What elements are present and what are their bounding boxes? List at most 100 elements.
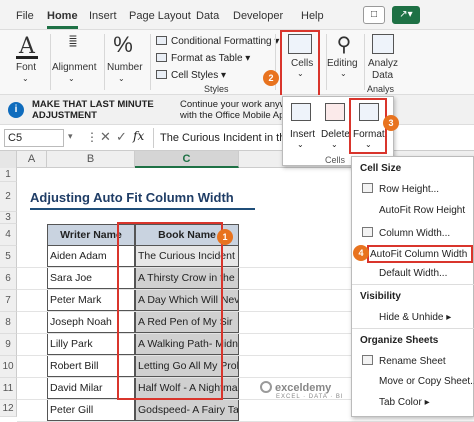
column-header-c[interactable]: C <box>135 151 239 168</box>
cell-writer[interactable]: Peter Gill <box>47 400 135 421</box>
default-width-item[interactable]: Default Width... <box>379 268 447 279</box>
row-header-10[interactable]: 10 <box>0 356 17 378</box>
row-header-9[interactable]: 9 <box>0 334 17 356</box>
alignment-icon[interactable]: ≡ ≡ <box>58 31 88 50</box>
tab-color-item[interactable]: Tab Color ▸ <box>379 397 430 408</box>
row-header-3[interactable]: 3 <box>0 212 17 224</box>
step-badge-3: 3 <box>383 115 399 131</box>
font-label: Font <box>16 62 37 73</box>
tab-developer[interactable]: Developer <box>233 10 283 22</box>
cells-group-label: Cells <box>325 155 346 165</box>
row-height-item[interactable]: Row Height... <box>362 183 439 195</box>
formula-input[interactable]: The Curious Incident in the <box>160 132 291 144</box>
tab-help[interactable]: Help <box>301 10 324 22</box>
delete-cells-icon <box>325 103 345 121</box>
move-copy-sheet-item[interactable]: Move or Copy Sheet... <box>379 376 474 387</box>
editing-label: Editing <box>327 58 358 69</box>
notice-heading-line1: MAKE THAT LAST MINUTE <box>32 99 154 110</box>
function-icon[interactable]: fx <box>133 129 144 143</box>
tab-file[interactable]: File <box>16 10 34 22</box>
cell-styles-button[interactable]: Cell Styles ▾ <box>156 70 226 81</box>
analyze-data-icon[interactable] <box>372 34 394 54</box>
column-width-item[interactable]: Column Width... <box>362 227 450 239</box>
notice-bar: i MAKE THAT LAST MINUTE ADJUSTMENT Conti… <box>0 95 474 125</box>
cell-size-heading: Cell Size <box>360 163 402 174</box>
cell-styles-icon <box>156 70 167 79</box>
cell-book[interactable]: Godspeed- A Fairy Tale <box>135 400 239 421</box>
info-icon: i <box>8 102 24 118</box>
chevron-down-icon[interactable]: ⌄ <box>331 140 338 149</box>
format-menu: Cell Size Row Height... AutoFit Row Heig… <box>351 156 474 417</box>
step-badge-2: 2 <box>263 70 279 86</box>
notice-text-line2: with the Office Mobile App <box>180 110 290 121</box>
conditional-formatting-button[interactable]: Conditional Formatting ▾ <box>156 36 279 47</box>
row-height-icon <box>362 183 373 193</box>
organize-sheets-heading: Organize Sheets <box>360 335 439 346</box>
analysis-group-label: Analys <box>367 84 395 94</box>
format-button-highlight <box>349 98 387 154</box>
notice-text-line1: Continue your work anywh <box>180 99 292 110</box>
row-header-1[interactable]: 1 <box>0 168 17 182</box>
tab-page-layout[interactable]: Page Layout <box>129 10 191 22</box>
select-all-corner[interactable] <box>0 151 17 168</box>
tab-home[interactable]: Home <box>47 10 78 29</box>
name-box-dropdown-icon[interactable]: ▾ <box>68 131 73 142</box>
cancel-icon[interactable]: ✕ <box>100 129 111 145</box>
table-icon <box>156 53 167 62</box>
chevron-down-icon[interactable]: ⌄ <box>118 74 125 83</box>
enter-icon[interactable]: ✓ <box>116 129 127 145</box>
title-underline <box>30 208 255 210</box>
row-header-7[interactable]: 7 <box>0 290 17 312</box>
row-header-8[interactable]: 8 <box>0 312 17 334</box>
watermark: exceldemy EXCEL · DATA · BI <box>260 381 344 400</box>
format-as-table-button[interactable]: Format as Table ▾ <box>156 53 250 64</box>
step-badge-1: 1 <box>217 229 233 245</box>
comments-icon[interactable]: □ <box>363 6 385 24</box>
chevron-down-icon[interactable]: ⌄ <box>297 140 304 149</box>
insert-cells-icon <box>291 103 311 121</box>
row-header-12[interactable]: 12 <box>0 400 17 417</box>
column-header-a[interactable]: A <box>17 151 47 168</box>
row-header-11[interactable]: 11 <box>0 378 17 400</box>
watermark-logo-icon <box>260 381 272 393</box>
ribbon-tab-bar: File Home Insert Page Layout Data Develo… <box>0 0 474 30</box>
conditional-formatting-icon <box>156 36 167 45</box>
search-icon[interactable]: ⚲ <box>332 32 356 57</box>
tab-data[interactable]: Data <box>196 10 219 22</box>
chevron-down-icon[interactable]: ⌄ <box>22 74 29 83</box>
visibility-heading: Visibility <box>360 291 401 302</box>
row-header-6[interactable]: 6 <box>0 268 17 290</box>
number-label: Number <box>107 62 143 73</box>
step-badge-4: 4 <box>353 245 369 261</box>
rename-sheet-item[interactable]: Rename Sheet <box>362 355 446 367</box>
autofit-row-height-item[interactable]: AutoFit Row Height <box>379 205 465 216</box>
share-icon[interactable]: ↗▾ <box>392 6 420 24</box>
notice-heading-line2: ADJUSTMENT <box>32 110 97 121</box>
more-icon: ⋮ <box>86 130 98 144</box>
insert-button[interactable]: Insert <box>290 129 315 140</box>
hide-unhide-item[interactable]: Hide & Unhide ▸ <box>379 312 451 323</box>
sheet-title[interactable]: Adjusting Auto Fit Column Width <box>30 190 234 205</box>
percent-icon[interactable]: % <box>110 32 136 58</box>
chevron-down-icon[interactable]: ⌄ <box>68 74 75 83</box>
cells-button-highlight[interactable] <box>280 30 320 98</box>
column-width-icon <box>362 227 373 237</box>
autofit-column-width-item[interactable]: AutoFit Column Width <box>370 249 467 260</box>
row-header-2[interactable]: 2 <box>0 182 17 212</box>
ribbon: A Font ⌄ ≡ ≡ Alignment ⌄ % Number ⌄ Condi… <box>0 30 474 98</box>
analyze-data-label-2: Data <box>372 70 394 81</box>
row-header-4[interactable]: 4 <box>0 224 17 246</box>
tab-insert[interactable]: Insert <box>89 10 117 22</box>
delete-button[interactable]: Delete <box>321 129 350 140</box>
chevron-down-icon[interactable]: ⌄ <box>340 69 347 78</box>
analyze-data-label-1: Analyz <box>368 58 399 69</box>
row-header-5[interactable]: 5 <box>0 246 17 268</box>
formula-bar: C5 ▾ ⋮ ✕ ✓ fx The Curious Incident in th… <box>0 125 474 151</box>
rename-icon <box>362 355 373 365</box>
font-icon[interactable]: A <box>12 34 42 59</box>
alignment-label: Alignment <box>52 62 97 73</box>
book-column-highlight <box>117 222 223 400</box>
name-box[interactable]: C5 <box>4 129 64 147</box>
column-header-b[interactable]: B <box>47 151 135 168</box>
styles-group-label: Styles <box>204 84 229 94</box>
